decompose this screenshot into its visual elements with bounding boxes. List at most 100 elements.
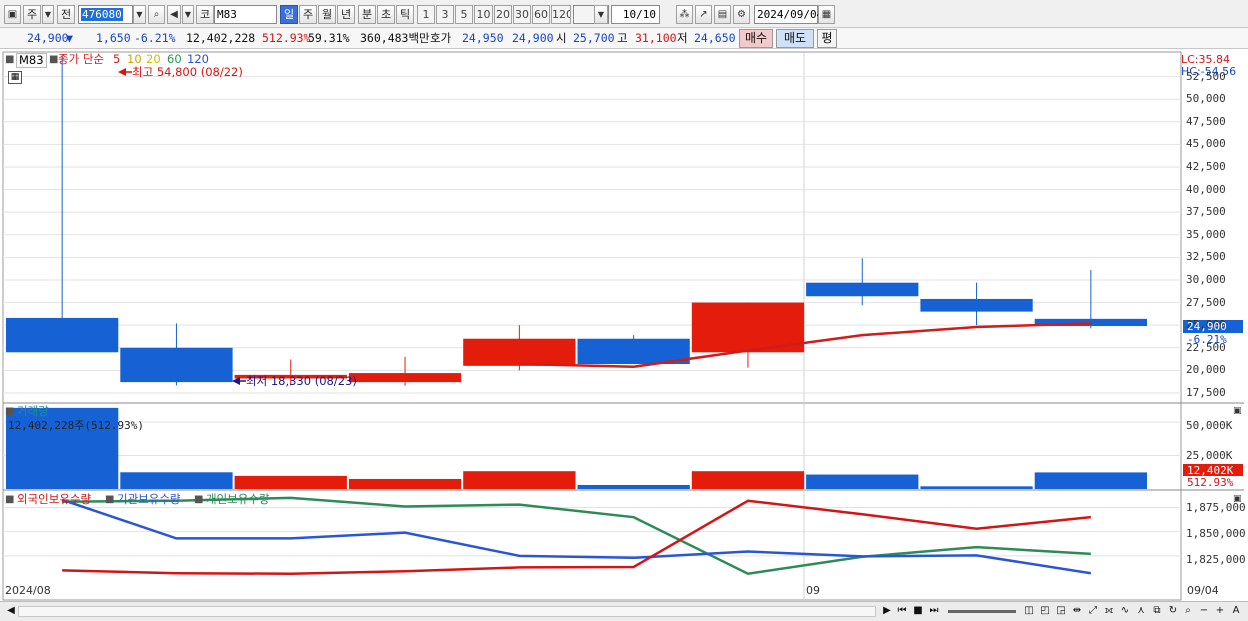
- volume-bar: [348, 478, 462, 489]
- ma-title[interactable]: 종가 단순: [58, 53, 104, 66]
- refresh-icon[interactable]: ↻: [1166, 604, 1180, 618]
- wave-icon[interactable]: ∿: [1118, 604, 1132, 618]
- price-tick-label: 30,000: [1186, 272, 1226, 286]
- interval-5-button[interactable]: 5: [455, 5, 473, 24]
- price-tick-label: 20,000: [1186, 363, 1226, 377]
- search-icon[interactable]: ⌕: [148, 5, 165, 24]
- chart-toolbar: ▣ 주 ▼ 전 476080 ▼ ⌕ ◀ ▼ 코 M83 일 주 월 년 분 초…: [0, 0, 1248, 28]
- volume-bar: [1034, 472, 1147, 489]
- interval-120-button[interactable]: 120: [551, 5, 571, 24]
- volume-bar: [806, 474, 919, 489]
- volume-current-label: 12,402,228주(512.93%): [8, 419, 144, 432]
- high-marker-label: 최고 54,800 (08/22): [132, 65, 243, 79]
- window-menu-icon[interactable]: ▣: [4, 5, 21, 24]
- volume-ratio-tag: 512.93%: [1187, 476, 1234, 489]
- chevron-down-icon[interactable]: ▼: [42, 5, 54, 24]
- period-month-button[interactable]: 월: [318, 5, 336, 24]
- forward-icon[interactable]: ⏭: [927, 604, 941, 618]
- interval-30-button[interactable]: 30: [513, 5, 531, 24]
- stock-code-input[interactable]: 476080: [78, 5, 133, 24]
- previous-button[interactable]: 전: [57, 5, 75, 24]
- pane-stock-code: M83: [16, 53, 47, 68]
- chart-area[interactable]: ■ M83 ■ 종가 단순 5 10 20 60 120 최고 54,800 (…: [0, 50, 1248, 621]
- code-dropdown-icon[interactable]: ▼: [133, 5, 146, 24]
- zoom-slider[interactable]: [948, 610, 1016, 613]
- candle-body: [6, 317, 119, 353]
- price-tick-label: 45,000: [1186, 137, 1226, 151]
- horizontal-scrollbar[interactable]: [18, 606, 876, 617]
- interval-20-button[interactable]: 20: [494, 5, 512, 24]
- period-day-button[interactable]: 일: [280, 5, 298, 24]
- layout-1-icon[interactable]: ◫: [1022, 604, 1036, 618]
- buy-button[interactable]: 매수: [739, 29, 773, 48]
- ma-5-label: 5: [113, 52, 121, 66]
- volume-value: 12,402,228: [186, 31, 256, 45]
- chart-navigation-bar: ◀ ▶ ⏮ ■ ⏭ ◫ ◰ ◲ ⇹ ⤢ ⟗ ∿ ⋏ ⧉ ↻ ⌕ − + A: [0, 601, 1248, 621]
- calendar-icon[interactable]: ▦: [818, 5, 835, 24]
- trend-icon[interactable]: ⤢: [1086, 604, 1100, 618]
- price-change: 1,650: [96, 31, 131, 45]
- volume-handle-icon[interactable]: ■: [5, 405, 14, 418]
- save-icon[interactable]: ▤: [714, 5, 731, 24]
- price-tick-label: 32,500: [1186, 250, 1226, 264]
- bid-price-1: 24,950: [462, 31, 504, 45]
- speaker-icon[interactable]: ◀: [167, 5, 181, 24]
- high-price: 31,100: [635, 31, 677, 45]
- period-year-button[interactable]: 년: [337, 5, 355, 24]
- current-price: 24,900: [27, 31, 69, 45]
- pane-handle-icon[interactable]: ■: [5, 53, 14, 66]
- measure-icon[interactable]: ⇹: [1070, 604, 1084, 618]
- compare-icon[interactable]: ⟗: [1102, 604, 1116, 618]
- pin-icon[interactable]: ⁂: [676, 5, 693, 24]
- period-week-button[interactable]: 주: [299, 5, 317, 24]
- legend-individual[interactable]: 개인보유수량: [206, 493, 269, 506]
- legend-foreign[interactable]: 외국인보유수량: [17, 493, 91, 506]
- holdings-handle-icon[interactable]: ■: [5, 493, 14, 506]
- legend-sep2-icon: ■: [194, 494, 204, 505]
- period-minute-button[interactable]: 분: [358, 5, 376, 24]
- indicator-icon[interactable]: ⋏: [1134, 604, 1148, 618]
- interval-1-button[interactable]: 1: [417, 5, 435, 24]
- interval-10-button[interactable]: 10: [474, 5, 493, 24]
- eval-button[interactable]: 평: [817, 29, 837, 48]
- period-second-button[interactable]: 초: [377, 5, 395, 24]
- stock-name-field[interactable]: M83: [214, 5, 277, 24]
- interval-dropdown-icon[interactable]: ▼: [594, 5, 608, 24]
- pane-close-icon[interactable]: ▣: [1233, 405, 1242, 418]
- count-field[interactable]: 10/10: [611, 5, 660, 24]
- quote-bar: 24,900 ▼ 1,650 -6.21% 12,402,228 512.93%…: [0, 28, 1248, 49]
- scroll-right-icon[interactable]: ▶: [880, 604, 894, 618]
- font-size-icon[interactable]: A: [1229, 604, 1243, 618]
- zoom-in-icon[interactable]: +: [1213, 604, 1227, 618]
- high-label: 고: [617, 31, 628, 45]
- drawing-tool-icon[interactable]: ↗: [695, 5, 712, 24]
- zoom-icon[interactable]: ⌕: [1181, 604, 1195, 618]
- scroll-left-icon[interactable]: ◀: [4, 604, 18, 618]
- layout-3-icon[interactable]: ◲: [1054, 604, 1068, 618]
- chart-canvas[interactable]: [0, 50, 1248, 601]
- zoom-out-icon[interactable]: −: [1197, 604, 1211, 618]
- layout-2-icon[interactable]: ◰: [1038, 604, 1052, 618]
- low-marker-label: 최저 18,330 (08/23): [246, 374, 357, 388]
- legend-sep-icon: ■: [105, 494, 115, 505]
- legend-institution[interactable]: 기관보유수량: [117, 493, 180, 506]
- price-tick-label: 47,500: [1186, 114, 1226, 128]
- interval-60-button[interactable]: 60: [532, 5, 550, 24]
- volume-tick-25000k: 25,000K: [1186, 449, 1233, 462]
- period-tick-button[interactable]: 틱: [396, 5, 414, 24]
- table-view-icon[interactable]: ▦: [8, 71, 22, 84]
- bid-price-2: 24,900: [512, 31, 554, 45]
- volume-bar: [234, 475, 347, 489]
- market-button[interactable]: 주: [23, 5, 41, 24]
- date-field[interactable]: 2024/09/04: [754, 5, 823, 24]
- price-tick-label: 40,000: [1186, 182, 1226, 196]
- rewind-icon[interactable]: ⏮: [895, 604, 909, 618]
- stop-icon[interactable]: ■: [911, 604, 925, 618]
- copy-icon[interactable]: ⧉: [1150, 604, 1164, 618]
- interval-3-button[interactable]: 3: [436, 5, 454, 24]
- candle-body: [120, 347, 233, 383]
- gear-icon[interactable]: ⚙: [733, 5, 750, 24]
- sell-button[interactable]: 매도: [776, 29, 814, 48]
- sound-dropdown-icon[interactable]: ▼: [182, 5, 194, 24]
- candle-body: [463, 338, 576, 366]
